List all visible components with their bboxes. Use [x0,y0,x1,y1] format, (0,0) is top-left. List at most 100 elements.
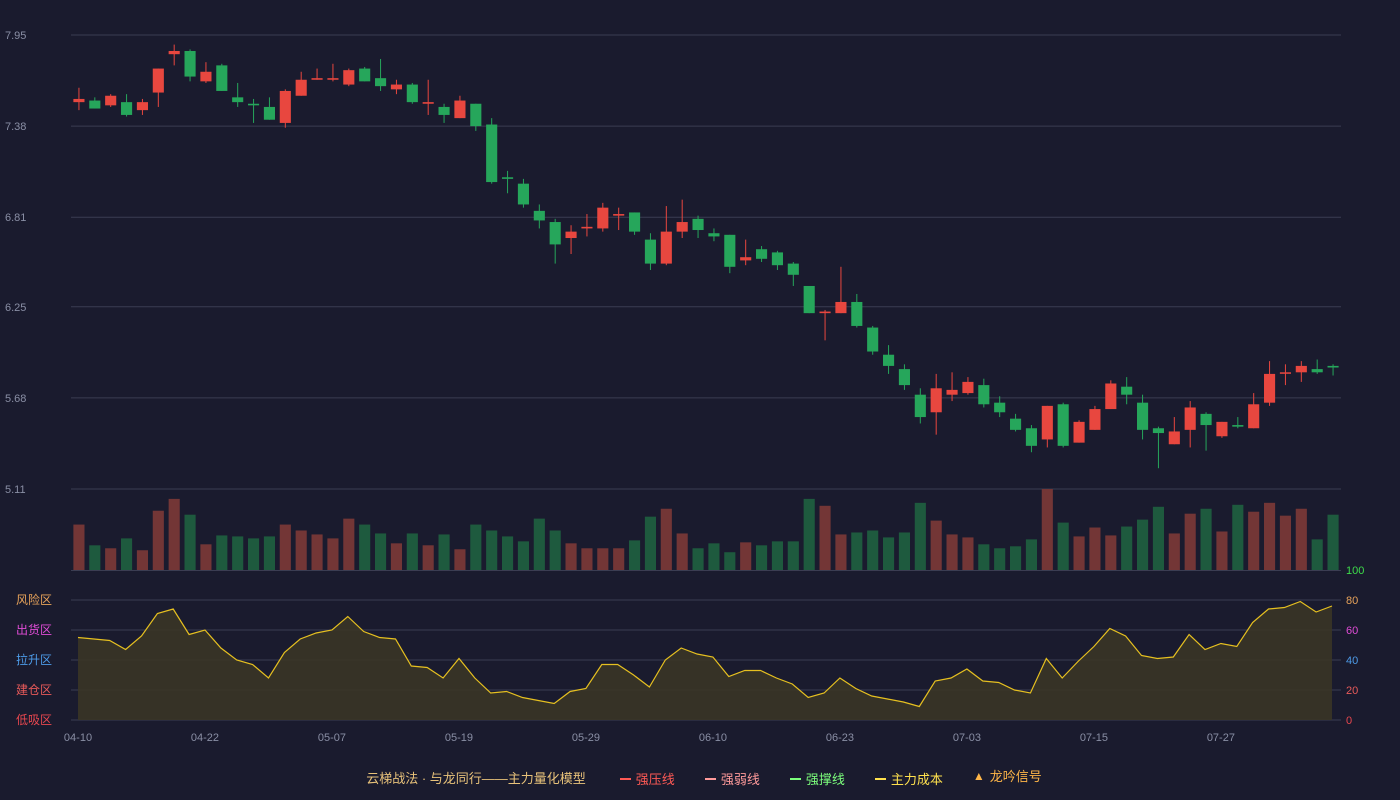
candle-body [930,388,942,413]
candle-body [1327,365,1339,368]
indicator-zone-label: 风险区 [16,592,52,607]
candle-body [533,210,545,221]
volume-bar [216,535,228,570]
volume-bar [295,530,307,570]
volume-bar [1200,508,1212,570]
indicator-zone-label: 低吸区 [16,713,52,727]
legend-item-label: 强弱线 [720,772,760,787]
x-axis-label: 06-23 [826,732,854,744]
x-axis-label: 05-07 [318,732,346,744]
volume-bar [1105,535,1117,570]
volume-bar [1073,536,1085,570]
candle-body [390,84,402,90]
candle-body [1295,365,1307,373]
volume-bar [136,550,148,570]
volume-bar [375,533,387,570]
legend: 云梯战法 · 与龙同行——主力量化模型 强压线 强弱线 强撑线 主力成本 ▲ 龙吟信号 [0,766,1400,788]
volume-bar [898,532,910,570]
price-axis-label: 5.68 [5,393,26,405]
candle-body [740,257,752,261]
solid-line-icon [619,777,631,780]
candle-body [1010,418,1022,430]
candle-body [978,385,990,405]
candle-body [1279,372,1291,374]
volume-bar [1057,522,1069,570]
x-axis-label: 06-10 [699,732,727,744]
x-axis-label: 07-03 [953,732,981,744]
candle-body [1057,404,1069,446]
legend-title: 云梯战法 · 与龙同行——主力量化模型 [366,770,586,786]
legend-item-label: 主力成本 [890,772,943,787]
x-axis-label: 05-19 [445,732,473,744]
volume-bar [565,543,577,570]
indicator-axis-label: 100 [1346,565,1364,577]
candle-body [676,222,688,232]
volume-bar [771,541,783,570]
candle-body [549,222,561,245]
legend-item-label: 强撑线 [805,772,845,787]
triangle-icon: ▲ [972,768,985,783]
volume-bar [311,534,323,570]
candle-body [248,103,260,106]
candle-body [597,207,609,229]
volume-bar [1311,539,1323,570]
volume-bar [390,543,402,570]
candle-body [756,249,768,259]
candle-body [517,183,529,205]
volume-bar [1137,519,1149,570]
volume-bar [359,524,371,570]
candle-body [962,381,974,394]
volume-bar [200,544,212,570]
x-axis-label: 05-29 [572,732,600,744]
candle-body [327,78,339,80]
volume-bar [851,532,863,570]
candle-body [279,90,291,123]
volume-bar [1089,527,1101,570]
volume-bar [248,538,260,570]
legend-item-label: 强压线 [635,772,675,787]
volume-bar [803,498,815,570]
volume-bar [502,536,514,570]
candle-body [613,214,625,216]
candle-body [946,389,958,395]
candle-body [1168,431,1180,445]
candle-body [1232,425,1244,427]
candle-body [1073,421,1085,443]
volume-bar [978,544,990,570]
volume-bar [708,543,720,570]
volume-bar [1168,533,1180,570]
candle-body [263,106,275,120]
volume-bar [1327,514,1339,570]
volume-bar [263,536,275,570]
candle-body [375,78,387,87]
candle-body [168,50,180,55]
volume-bar [406,533,418,570]
candle-body [1152,428,1164,434]
indicator-zone-label: 出货区 [16,622,52,637]
volume-bar [756,545,768,570]
candle-body [787,263,799,275]
candle-body [502,177,514,179]
volume-bar [946,534,958,570]
volume-bar [724,552,736,570]
candle-body [771,252,783,266]
legend-item: 强压线 [619,769,675,788]
volume-bar [1264,502,1276,570]
candle-body [994,402,1006,413]
volume-bar [422,545,434,570]
x-axis-label: 04-10 [64,732,92,744]
volume-bar [1041,489,1053,570]
candle-body [422,102,434,104]
volume-bar [1010,546,1022,570]
candle-body [343,70,355,85]
indicator-axis-label: 20 [1346,685,1358,697]
volume-bar [597,548,609,570]
candle-body [1089,409,1101,430]
indicator-axis-label: 80 [1346,595,1358,607]
volume-bar [613,548,625,570]
legend-item: 强弱线 [704,769,760,788]
candle-body [1025,428,1037,446]
candle-body [1311,369,1323,373]
solid-line-icon [789,777,801,780]
x-axis-label: 04-22 [191,732,219,744]
